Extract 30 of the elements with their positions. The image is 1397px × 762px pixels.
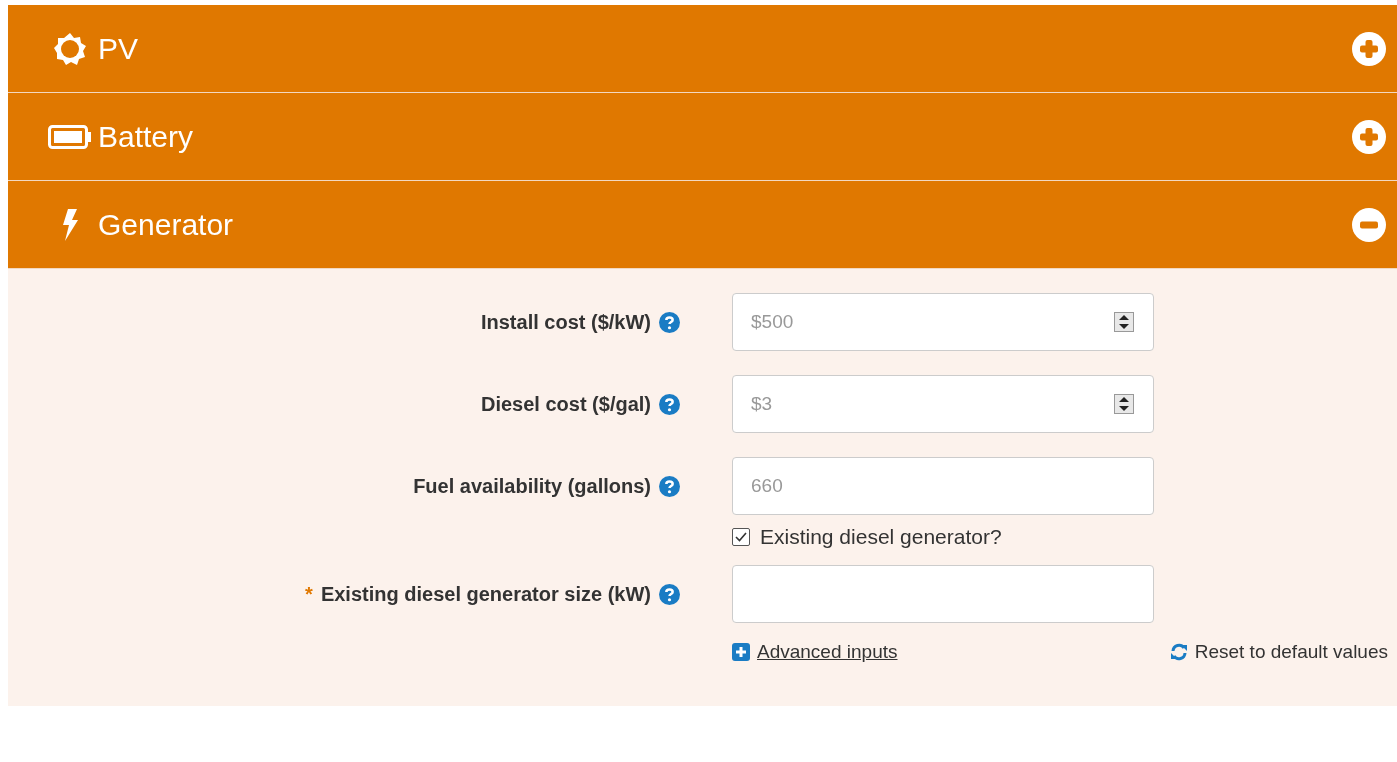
field-label: Install cost ($/kW)	[480, 310, 651, 334]
section-title: PV	[98, 31, 140, 66]
refresh-icon	[1169, 643, 1188, 661]
field-label: Fuel availability (gallons)	[413, 474, 651, 498]
checkbox[interactable]	[732, 528, 750, 546]
field-label: Existing diesel generator size (kW)	[320, 582, 651, 606]
advanced-inputs-link[interactable]: Advanced inputs	[732, 641, 898, 663]
lightning-icon	[61, 208, 79, 241]
reset-link[interactable]: Reset to default values	[1169, 641, 1388, 663]
help-icon[interactable]	[659, 393, 680, 415]
checkbox-option[interactable]: Existing diesel generator?	[732, 525, 1154, 549]
input-field[interactable]: $3	[732, 375, 1154, 433]
sun-icon	[53, 31, 87, 66]
input-field[interactable]	[732, 565, 1154, 623]
help-icon[interactable]	[659, 583, 680, 605]
spinner-icon[interactable]	[1114, 394, 1134, 414]
help-icon[interactable]	[659, 475, 680, 497]
plus-icon	[732, 643, 750, 661]
input-field[interactable]: $500	[732, 293, 1154, 351]
collapse-icon[interactable]	[1352, 207, 1386, 242]
expand-icon[interactable]	[1352, 119, 1386, 154]
expand-icon[interactable]	[1352, 31, 1386, 66]
section-title: Battery	[98, 119, 195, 154]
input-field[interactable]: 660	[732, 457, 1154, 515]
field-label: Diesel cost ($/gal)	[480, 392, 651, 416]
help-icon[interactable]	[659, 311, 680, 333]
spinner-icon[interactable]	[1114, 312, 1134, 332]
section-title: Generator	[98, 207, 235, 242]
required-asterisk: *	[305, 582, 313, 606]
battery-icon	[48, 124, 92, 149]
